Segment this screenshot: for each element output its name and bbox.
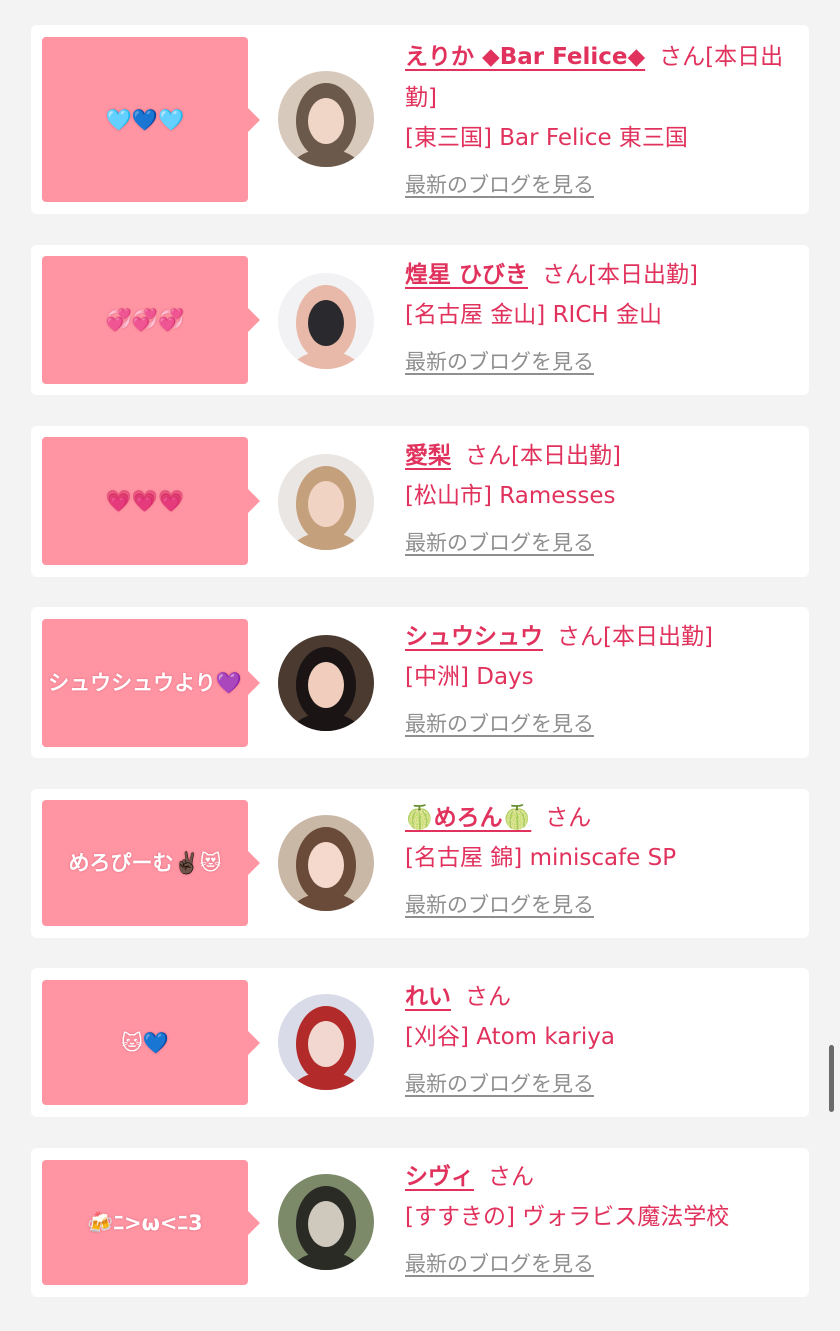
shop-area: [すすきの] ヴォラビス魔法学校	[405, 1204, 730, 1230]
cast-name-link[interactable]: 🍈めろん🍈	[405, 805, 531, 831]
honorific-status: さん	[545, 805, 592, 831]
cast-info: シュウシュウ さん[本日出勤] [中洲] Days 最新のブログを見る	[405, 617, 801, 738]
cast-info: 煌星 ひびき さん[本日出勤] [名古屋 金山] RICH 金山最新のブログを見る	[405, 255, 801, 376]
scrollbar[interactable]	[829, 1045, 834, 1112]
cast-card[interactable]: 🍻ﾆ>ω<ﾆ3 シヴィ さん [すすきの] ヴォラビス魔法学校最新のブログを見る	[31, 1148, 809, 1297]
cast-name-link[interactable]: シュウシュウ	[405, 624, 543, 650]
cast-info: シヴィ さん [すすきの] ヴォラビス魔法学校最新のブログを見る	[405, 1157, 801, 1278]
avatar[interactable]	[278, 454, 374, 550]
cast-card[interactable]: 💞💞💞 煌星 ひびき さん[本日出勤] [名古屋 金山] RICH 金山最新のブログを…	[31, 245, 809, 395]
latest-blog-link[interactable]: 最新のブログを見る	[405, 1068, 594, 1098]
cast-card[interactable]: めろぴーむ✌🏿😻 🍈めろん🍈 さん [名古屋 錦] miniscafe SP 最新のブロ…	[31, 789, 809, 938]
message-bubble: 💗💗💗	[42, 437, 260, 565]
cast-list: 🩵💙🩵 えりか ◆Bar Felice◆ さん[本日出勤] [東三国] Bar Fel…	[0, 0, 840, 1331]
cast-name-link[interactable]: 愛梨	[405, 443, 451, 469]
latest-blog-link[interactable]: 最新のブログを見る	[405, 889, 594, 919]
name-line: シュウシュウ さん[本日出勤]	[405, 617, 801, 658]
shop-area: [東三国] Bar Felice 東三国	[405, 125, 688, 151]
cast-name-link[interactable]: えりか ◆Bar Felice◆	[405, 44, 645, 70]
cast-info: 愛梨 さん[本日出勤] [松山市] Ramesses 最新のブログを見る	[405, 436, 801, 557]
cast-name-link[interactable]: シヴィ	[405, 1164, 474, 1190]
honorific-status: さん	[488, 1164, 534, 1190]
cast-card[interactable]: 🩵💙🩵 えりか ◆Bar Felice◆ さん[本日出勤] [東三国] Bar Fel…	[31, 25, 809, 214]
avatar[interactable]	[278, 635, 374, 731]
name-line: 愛梨 さん[本日出勤]	[405, 436, 801, 477]
latest-blog-link[interactable]: 最新のブログを見る	[405, 708, 594, 738]
honorific-status: さん[本日出勤]	[557, 624, 713, 650]
avatar[interactable]	[278, 815, 374, 911]
shop-area: [名古屋 錦] miniscafe SP	[405, 845, 677, 871]
message-bubble: シュウシュウより💜	[42, 619, 260, 747]
cast-name-link[interactable]: 煌星 ひびき	[405, 262, 528, 288]
cast-info: れい さん [刈谷] Atom kariya 最新のブログを見る	[405, 977, 801, 1098]
message-bubble: 🐱💙	[42, 980, 260, 1105]
name-line: 煌星 ひびき さん[本日出勤]	[405, 255, 801, 296]
cast-info: えりか ◆Bar Felice◆ さん[本日出勤] [東三国] Bar Felice…	[405, 37, 801, 199]
cast-card[interactable]: 💗💗💗 愛梨 さん[本日出勤] [松山市] Ramesses 最新のブログを見る	[31, 426, 809, 577]
latest-blog-link[interactable]: 最新のブログを見る	[405, 527, 594, 557]
name-line: えりか ◆Bar Felice◆ さん[本日出勤]	[405, 37, 801, 119]
latest-blog-link[interactable]: 最新のブログを見る	[405, 346, 594, 376]
cast-info: 🍈めろん🍈 さん [名古屋 錦] miniscafe SP 最新のブログを見る	[405, 798, 801, 919]
message-bubble: めろぴーむ✌🏿😻	[42, 800, 260, 926]
message-bubble: 💞💞💞	[42, 256, 260, 384]
honorific-status: さん[本日出勤]	[465, 443, 621, 469]
honorific-status: さん	[465, 984, 511, 1010]
avatar[interactable]	[278, 71, 374, 167]
latest-blog-link[interactable]: 最新のブログを見る	[405, 169, 594, 199]
name-line: 🍈めろん🍈 さん	[405, 798, 801, 839]
message-bubble: 🩵💙🩵	[42, 37, 260, 202]
avatar[interactable]	[278, 994, 374, 1090]
name-line: シヴィ さん	[405, 1157, 801, 1198]
cast-card[interactable]: シュウシュウより💜 シュウシュウ さん[本日出勤] [中洲] Days 最新のブログを見…	[31, 607, 809, 758]
name-line: れい さん	[405, 977, 801, 1018]
cast-name-link[interactable]: れい	[405, 984, 451, 1010]
honorific-status: さん[本日出勤]	[542, 262, 698, 288]
message-bubble: 🍻ﾆ>ω<ﾆ3	[42, 1160, 260, 1285]
avatar[interactable]	[278, 273, 374, 369]
avatar[interactable]	[278, 1174, 374, 1270]
shop-area: [刈谷] Atom kariya	[405, 1024, 615, 1050]
cast-card[interactable]: 🐱💙 れい さん [刈谷] Atom kariya 最新のブログを見る	[31, 968, 809, 1117]
shop-area: [中洲] Days	[405, 664, 534, 690]
latest-blog-link[interactable]: 最新のブログを見る	[405, 1248, 594, 1278]
shop-area: [松山市] Ramesses	[405, 483, 616, 509]
shop-area: [名古屋 金山] RICH 金山	[405, 302, 662, 328]
